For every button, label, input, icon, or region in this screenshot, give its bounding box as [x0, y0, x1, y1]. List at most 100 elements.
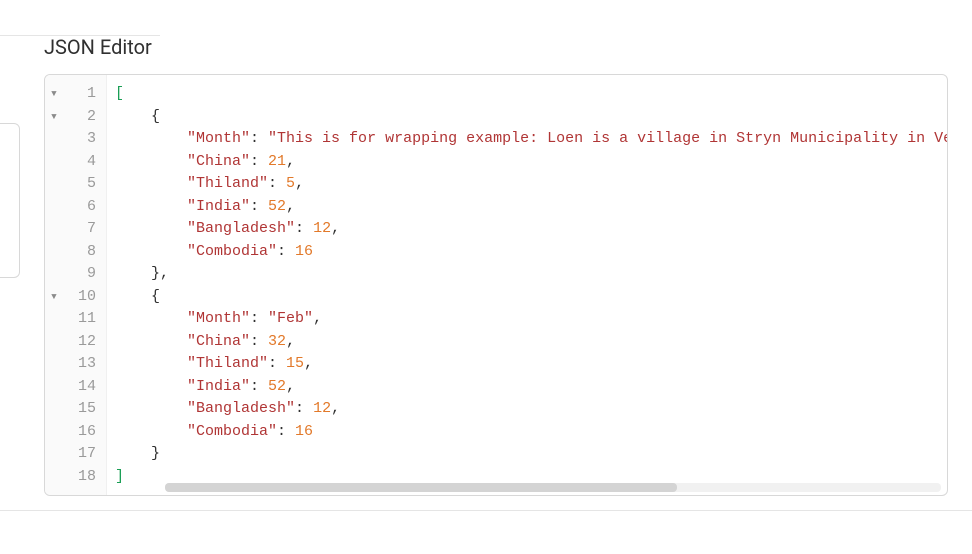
token-num: 16	[295, 423, 313, 440]
token-punc: :	[268, 355, 286, 372]
page-title: JSON Editor	[44, 35, 972, 59]
token-bracket: [	[115, 85, 124, 102]
fold-spacer	[45, 353, 63, 376]
token-punc: ,	[331, 400, 340, 417]
line-number: 8	[63, 241, 96, 264]
bottom-divider	[0, 510, 972, 511]
token-punc: ,	[286, 153, 295, 170]
token-punc: :	[250, 378, 268, 395]
token-punc: :	[277, 243, 295, 260]
code-line[interactable]: "China": 21,	[115, 151, 947, 174]
line-number: 5	[63, 173, 96, 196]
horizontal-scrollbar[interactable]	[165, 483, 941, 492]
token-key: "China"	[187, 333, 250, 350]
token-punc: :	[250, 333, 268, 350]
line-number: 18	[63, 466, 96, 489]
fold-spacer	[45, 263, 63, 286]
line-number: 16	[63, 421, 96, 444]
line-number: 13	[63, 353, 96, 376]
token-key: "Combodia"	[187, 243, 277, 260]
token-key: "Month"	[187, 130, 250, 147]
fold-spacer	[45, 398, 63, 421]
line-number-gutter: 123456789101112131415161718	[63, 75, 107, 495]
token-key: "India"	[187, 198, 250, 215]
json-editor: ▼▼▼ 123456789101112131415161718 [ { "Mon…	[44, 74, 948, 496]
fold-spacer	[45, 196, 63, 219]
code-line[interactable]: "India": 52,	[115, 376, 947, 399]
token-punc: :	[250, 153, 268, 170]
code-line[interactable]: "Month": "Feb",	[115, 308, 947, 331]
code-line[interactable]: "Combodia": 16	[115, 241, 947, 264]
token-punc: :	[295, 400, 313, 417]
code-line[interactable]: "India": 52,	[115, 196, 947, 219]
line-number: 10	[63, 286, 96, 309]
code-line[interactable]: "Combodia": 16	[115, 421, 947, 444]
token-brace: },	[151, 265, 169, 282]
fold-spacer	[45, 443, 63, 466]
token-num: 52	[268, 378, 286, 395]
token-punc: ,	[304, 355, 313, 372]
fold-gutter: ▼▼▼	[45, 75, 63, 495]
token-str: "Feb"	[268, 310, 313, 327]
token-key: "Month"	[187, 310, 250, 327]
token-bracket: ]	[115, 468, 124, 485]
fold-spacer	[45, 128, 63, 151]
code-line[interactable]: }	[115, 443, 947, 466]
token-punc: :	[295, 220, 313, 237]
token-punc: ,	[286, 378, 295, 395]
token-punc: :	[268, 175, 286, 192]
fold-toggle-icon[interactable]: ▼	[45, 286, 63, 309]
token-punc: ,	[313, 310, 322, 327]
line-number: 17	[63, 443, 96, 466]
token-key: "Thiland"	[187, 355, 268, 372]
code-content[interactable]: [ { "Month": "This is for wrapping examp…	[107, 75, 947, 495]
token-key: "Bangladesh"	[187, 220, 295, 237]
token-num: 12	[313, 220, 331, 237]
line-number: 3	[63, 128, 96, 151]
code-line[interactable]: "Thiland": 15,	[115, 353, 947, 376]
token-brace: {	[151, 108, 160, 125]
token-num: 15	[286, 355, 304, 372]
fold-spacer	[45, 173, 63, 196]
line-number: 1	[63, 83, 96, 106]
line-number: 14	[63, 376, 96, 399]
line-number: 2	[63, 106, 96, 129]
code-line[interactable]: [	[115, 83, 947, 106]
side-panel-stub	[0, 123, 20, 278]
token-num: 5	[286, 175, 295, 192]
token-punc: :	[250, 198, 268, 215]
code-line[interactable]: "China": 32,	[115, 331, 947, 354]
code-line[interactable]: "Bangladesh": 12,	[115, 218, 947, 241]
code-line[interactable]: "Bangladesh": 12,	[115, 398, 947, 421]
token-str: "This is for wrapping example: Loen is a…	[268, 130, 947, 147]
line-number: 11	[63, 308, 96, 331]
token-num: 52	[268, 198, 286, 215]
fold-spacer	[45, 331, 63, 354]
fold-spacer	[45, 376, 63, 399]
line-number: 4	[63, 151, 96, 174]
token-key: "India"	[187, 378, 250, 395]
line-number: 9	[63, 263, 96, 286]
token-punc: :	[250, 130, 268, 147]
token-num: 32	[268, 333, 286, 350]
line-number: 7	[63, 218, 96, 241]
token-key: "Thiland"	[187, 175, 268, 192]
code-line[interactable]: "Month": "This is for wrapping example: …	[115, 128, 947, 151]
token-punc: ,	[295, 175, 304, 192]
code-area[interactable]: ▼▼▼ 123456789101112131415161718 [ { "Mon…	[45, 75, 947, 495]
fold-toggle-icon[interactable]: ▼	[45, 106, 63, 129]
token-punc: :	[277, 423, 295, 440]
code-line[interactable]: {	[115, 106, 947, 129]
horizontal-scrollbar-thumb[interactable]	[165, 483, 677, 492]
token-punc: ,	[286, 198, 295, 215]
fold-spacer	[45, 218, 63, 241]
token-brace: }	[151, 445, 160, 462]
fold-toggle-icon[interactable]: ▼	[45, 83, 63, 106]
token-punc: :	[250, 310, 268, 327]
code-line[interactable]: "Thiland": 5,	[115, 173, 947, 196]
code-line[interactable]: },	[115, 263, 947, 286]
token-num: 21	[268, 153, 286, 170]
line-number: 12	[63, 331, 96, 354]
token-num: 12	[313, 400, 331, 417]
code-line[interactable]: {	[115, 286, 947, 309]
